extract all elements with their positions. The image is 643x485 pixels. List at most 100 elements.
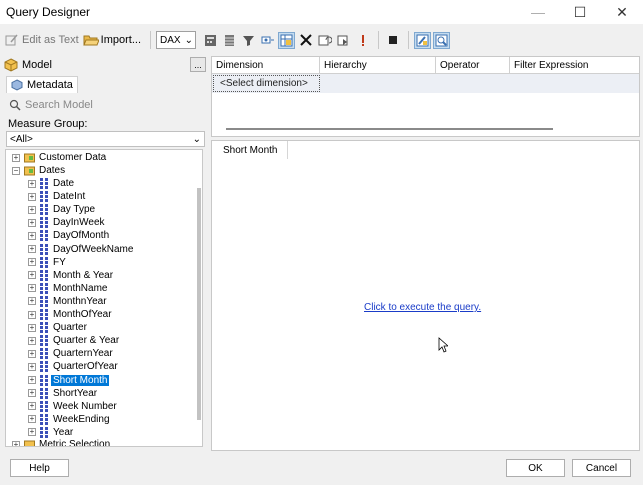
tree-item[interactable]: + DateInt — [28, 190, 85, 203]
tree-item[interactable]: + Quarter & Year — [28, 334, 119, 347]
tree-label: WeekEnding — [53, 413, 110, 425]
design-mode-icon — [416, 34, 429, 46]
edit-as-text-button[interactable]: Edit as Text — [4, 30, 79, 50]
expand-icon[interactable]: + — [28, 415, 36, 424]
expand-icon[interactable]: + — [12, 440, 20, 446]
hierarchy-icon — [40, 348, 48, 360]
hierarchy-icon — [40, 361, 48, 373]
tree-label: Customer Data — [39, 152, 107, 163]
minimize-button[interactable]: — — [517, 0, 559, 24]
tree-item[interactable]: + QuarterOfYear — [28, 360, 118, 373]
tree-scrollbar-thumb[interactable] — [197, 188, 201, 420]
expand-icon[interactable]: + — [28, 376, 36, 384]
auto-execute-button[interactable] — [335, 32, 352, 49]
expand-icon[interactable]: + — [28, 284, 36, 293]
select-model-button[interactable]: ... — [190, 57, 206, 72]
language-select[interactable]: DAX ⌄ — [156, 31, 197, 49]
tree-item[interactable]: + Month & Year — [28, 269, 113, 282]
tree-item[interactable]: + MonthName — [28, 282, 107, 295]
table-button[interactable] — [221, 32, 238, 49]
tree-folder-dates[interactable]: − Dates — [12, 164, 65, 177]
tree-label: Quarter — [53, 322, 87, 334]
tree-folder-metric-selection[interactable]: + Metric Selection — [12, 438, 110, 446]
folder-icon — [24, 440, 35, 446]
tree-item[interactable]: + Day Type — [28, 203, 95, 216]
cancel-button[interactable]: Cancel — [572, 459, 631, 477]
tab-metadata[interactable]: Metadata — [6, 76, 78, 93]
tree-item[interactable]: + DayOfMonth — [28, 229, 109, 242]
hierarchy-icon — [40, 269, 48, 281]
parameters-button[interactable] — [259, 32, 276, 49]
tree-item[interactable]: + Short Month — [28, 374, 110, 387]
toolbar-separator — [378, 31, 380, 49]
tree-label: QuarterOfYear — [53, 361, 118, 373]
tree-item[interactable]: + Year — [28, 426, 73, 439]
tree-item[interactable]: + DayOfWeekName — [28, 243, 133, 256]
tree-folder-customer-data[interactable]: + Customer Data — [12, 151, 106, 164]
help-button[interactable]: Help — [10, 459, 69, 477]
maximize-button[interactable]: ☐ — [559, 0, 601, 24]
hierarchy-icon — [40, 282, 48, 294]
tree-item[interactable]: + Week Number — [28, 400, 117, 413]
refresh-button[interactable] — [316, 32, 333, 49]
expand-icon[interactable]: + — [28, 362, 36, 371]
tree-item[interactable]: + WeekEnding — [28, 413, 110, 426]
expand-icon[interactable]: + — [28, 271, 36, 280]
expand-icon[interactable]: + — [28, 310, 36, 319]
expand-icon[interactable]: + — [28, 323, 36, 332]
expand-icon[interactable]: + — [28, 179, 36, 188]
column-header-operator[interactable]: Operator — [436, 57, 510, 73]
expand-icon[interactable]: + — [28, 349, 36, 358]
tree-item[interactable]: + MonthOfYear — [28, 308, 112, 321]
execute-icon — [337, 35, 348, 45]
expand-icon[interactable]: + — [28, 258, 36, 267]
grid-icon — [280, 34, 293, 46]
select-dimension-cell[interactable]: <Select dimension> — [213, 75, 320, 92]
import-button[interactable]: Import... — [82, 30, 141, 50]
collapse-icon[interactable]: − — [12, 166, 20, 175]
tree-item[interactable]: + ShortYear — [28, 387, 97, 400]
column-header-dimension[interactable]: Dimension — [212, 57, 320, 73]
measure-group-select[interactable]: <All> ⌄ — [6, 131, 205, 147]
show-empty-cells-button[interactable] — [278, 31, 296, 49]
result-pane: Short Month Click to execute the query. — [211, 140, 640, 451]
metadata-tree[interactable]: + Customer Data − Dates + Date + DateInt + Da… — [5, 149, 203, 447]
tree-item[interactable]: + FY — [28, 256, 66, 269]
folder-icon — [24, 153, 35, 163]
add-calculated-member-button[interactable] — [202, 32, 219, 49]
tree-item[interactable]: + Date — [28, 177, 74, 190]
expand-icon[interactable]: + — [28, 428, 36, 437]
filter-grid-header: Dimension Hierarchy Operator Filter Expr… — [212, 57, 639, 74]
tree-label: MonthnYear — [53, 295, 107, 307]
tree-item[interactable]: + Quarter — [28, 321, 87, 334]
tree-item[interactable]: + DayInWeek — [28, 216, 105, 229]
execute-query-link[interactable]: Click to execute the query. — [364, 302, 481, 313]
query-mode-button[interactable] — [433, 31, 451, 49]
expand-icon[interactable]: + — [28, 218, 36, 227]
expand-icon[interactable]: + — [28, 336, 36, 345]
expand-icon[interactable]: + — [28, 192, 36, 201]
ok-button[interactable]: OK — [506, 459, 565, 477]
expand-icon[interactable]: + — [12, 153, 20, 162]
hierarchy-icon — [40, 309, 48, 320]
column-header-filter-expression[interactable]: Filter Expression — [510, 57, 639, 73]
search-model-input[interactable]: Search Model — [6, 96, 204, 114]
filter-button[interactable] — [240, 32, 257, 49]
column-header-hierarchy[interactable]: Hierarchy — [320, 57, 436, 73]
tree-item[interactable]: + MonthnYear — [28, 295, 107, 308]
expand-icon[interactable]: + — [28, 205, 36, 214]
stop-button[interactable] — [384, 32, 401, 49]
close-button[interactable]: ✕ — [601, 0, 643, 24]
filter-grid-scrollbar[interactable] — [226, 128, 553, 130]
expand-icon[interactable]: + — [28, 245, 36, 253]
expand-icon[interactable]: + — [28, 231, 36, 240]
title-bar: Query Designer — ☐ ✕ — [0, 0, 643, 24]
delete-button[interactable] — [297, 32, 314, 49]
result-column-header[interactable]: Short Month — [212, 141, 288, 159]
tree-item[interactable]: + QuarternYear — [28, 347, 113, 360]
expand-icon[interactable]: + — [28, 297, 36, 306]
alert-button[interactable] — [354, 32, 371, 49]
expand-icon[interactable]: + — [28, 389, 36, 398]
design-mode-button[interactable] — [414, 31, 432, 49]
expand-icon[interactable]: + — [28, 402, 36, 411]
